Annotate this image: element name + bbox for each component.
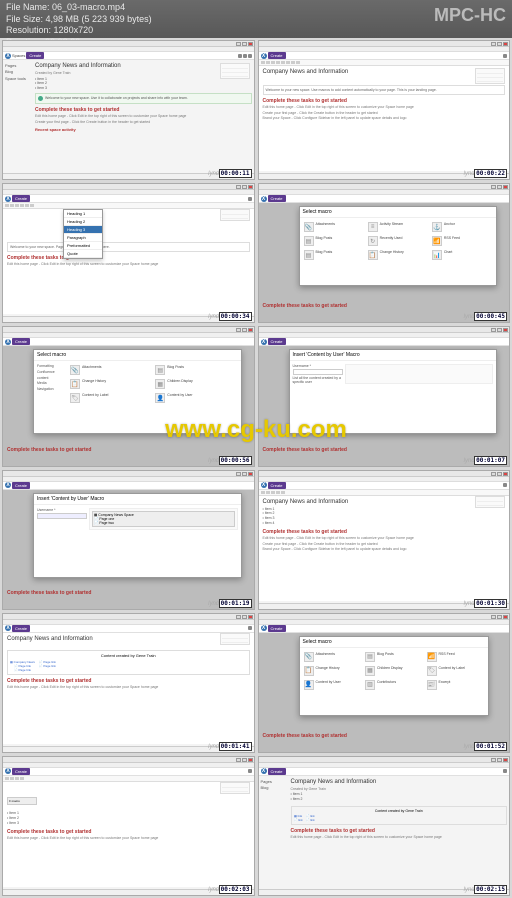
info-callout: Welcome to your new space. Use it to col…	[35, 93, 252, 104]
thumbnail-grid: X Spaces Create Pages Blog Space tools C…	[2, 40, 510, 896]
close-icon[interactable]	[503, 42, 508, 46]
thumbnail-8[interactable]: XCreate Company News and Information • I…	[258, 470, 511, 610]
blog-icon: ▤	[304, 236, 314, 246]
create-button[interactable]: Create	[268, 52, 286, 59]
bold-icon[interactable]	[261, 61, 265, 64]
gear-icon[interactable]	[243, 54, 247, 58]
anchor-icon: ⚓	[432, 222, 442, 232]
info-header: File Name: 06_03-macro.mp4 File Size: 4,…	[0, 0, 512, 38]
format-dropdown[interactable]: Heading 1 Heading 2 Heading 3 Paragraph …	[63, 209, 103, 259]
confluence-logo-icon[interactable]: X	[5, 53, 11, 59]
thumbnail-3[interactable]: XCreate Heading 1 Heading 2 Heading 3 Pa…	[2, 183, 255, 323]
macro-option[interactable]: 📋Change History	[367, 249, 429, 261]
thumbnail-5[interactable]: XCreate Complete these tasks to get star…	[2, 326, 255, 466]
thumbnail-2[interactable]: X Create Company News and Information We…	[258, 40, 511, 180]
rss-icon: 📶	[432, 236, 442, 246]
macro-option[interactable]: 📶RSS Feed	[431, 235, 493, 247]
insert-macro-dialog[interactable]: Insert 'Content by User' Macro Username …	[289, 349, 498, 434]
macro-option[interactable]: ↻Recently Used	[367, 235, 429, 247]
side-panel	[220, 63, 250, 79]
window-titlebar	[3, 41, 254, 47]
insert-macro-dialog[interactable]: Insert 'Content by User' Macro Username …	[33, 493, 242, 578]
attachment-icon: 📎	[304, 222, 314, 232]
thumbnail-1[interactable]: X Spaces Create Pages Blog Space tools C…	[2, 40, 255, 180]
left-sidebar: Pages Blog Space tools	[5, 63, 33, 169]
thumbnail-6[interactable]: XCreate Complete these tasks to get star…	[258, 326, 511, 466]
macro-option[interactable]: 📎Attachments	[303, 221, 365, 233]
thumbnail-12[interactable]: XCreate Pages Blog Company News and Info…	[258, 756, 511, 896]
macro-dialog[interactable]: Select macro 📎Attachments ▤Blog Posts 📶R…	[299, 636, 490, 716]
macro-dialog[interactable]: Select macro 📎Attachments ≡Activity Stre…	[299, 206, 498, 286]
activity-icon: ≡	[368, 222, 378, 232]
dialog-sidebar: Formatting Confluence content Media Navi…	[37, 364, 67, 404]
close-icon[interactable]	[248, 42, 253, 46]
macro-option[interactable]: ⚓Anchor	[431, 221, 493, 233]
app-toolbar: X Spaces Create	[3, 52, 254, 60]
macro-option[interactable]: ▤Blog Posts	[303, 235, 365, 247]
confluence-logo-icon[interactable]: X	[261, 53, 267, 59]
italic-icon[interactable]	[266, 61, 270, 64]
username-input[interactable]	[293, 369, 343, 375]
info-icon	[38, 96, 43, 101]
underline-icon[interactable]	[271, 61, 275, 64]
macro-option[interactable]: 📊Chart	[431, 249, 493, 261]
create-button[interactable]: Create	[26, 52, 44, 59]
macro-dialog[interactable]: Select macro Formatting Confluence conte…	[33, 349, 242, 434]
timestamp-badge: 00:00:11	[219, 169, 252, 178]
thumbnail-9[interactable]: XCreate Company News and Information Con…	[2, 613, 255, 753]
thumbnail-7[interactable]: XCreate Complete these tasks to get star…	[2, 470, 255, 610]
app-logo: MPC-HC	[434, 4, 506, 27]
content-by-user-box: Content created by Gene Train ▦ Company …	[7, 650, 250, 675]
thumbnail-4[interactable]: XCreate Complete these tasks to get star…	[258, 183, 511, 323]
macro-option[interactable]: ≡Activity Stream	[367, 221, 429, 233]
tasks-heading: Complete these tasks to get started	[35, 107, 252, 113]
macro-option[interactable]: ▤Blog Posts	[303, 249, 365, 261]
thumbnail-10[interactable]: XCreate Complete these tasks to get star…	[258, 613, 511, 753]
recent-icon: ↻	[368, 236, 378, 246]
macro-placeholder[interactable]: ≡ macro	[7, 797, 37, 805]
thumbnail-11[interactable]: XCreate ≡ macro • Item 1• Item 2• Item 3…	[2, 756, 255, 896]
macro-preview	[345, 364, 494, 384]
search-icon[interactable]	[238, 54, 242, 58]
gear-icon[interactable]	[503, 54, 507, 58]
username-input[interactable]	[37, 513, 87, 519]
avatar-icon[interactable]	[248, 54, 252, 58]
